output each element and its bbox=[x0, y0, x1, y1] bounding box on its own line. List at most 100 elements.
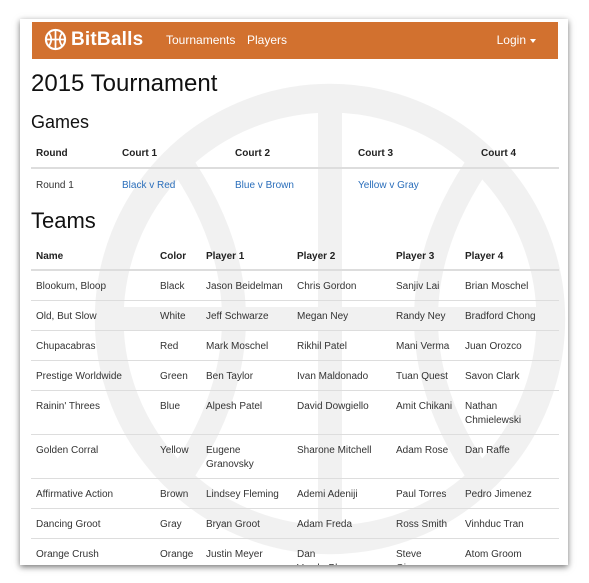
column-header: Player 1 bbox=[201, 243, 292, 271]
player-cell: Steve Gianos bbox=[391, 538, 460, 565]
page-title: 2015 Tournament bbox=[31, 70, 218, 97]
nav-tournaments[interactable]: Tournaments bbox=[166, 33, 235, 47]
player-cell: Vinhduc Tran bbox=[460, 508, 559, 539]
column-header: Player 4 bbox=[460, 243, 559, 271]
column-header: Name bbox=[31, 243, 155, 271]
team-color-cell: Brown bbox=[155, 478, 201, 509]
table-row: Affirmative Action Brown Lindsey Fleming Ad… bbox=[31, 478, 559, 509]
table-row: Round 1 Black v Red Blue v Brown Yellow … bbox=[31, 168, 559, 203]
games-heading: Games bbox=[31, 112, 90, 132]
player-cell: Rikhil Patel bbox=[292, 330, 391, 361]
team-color-cell: Green bbox=[155, 360, 201, 391]
brand-name: BitBalls bbox=[71, 28, 144, 50]
player-cell: Nathan Chmielewski bbox=[460, 390, 559, 435]
player-cell: Ivan Maldonado bbox=[292, 360, 391, 391]
top-navbar: BitBalls Tournaments Players Login bbox=[32, 22, 558, 59]
player-cell: Paul Torres bbox=[391, 478, 460, 509]
team-name-cell: Orange Crush bbox=[31, 538, 155, 565]
games-table: Round Court 1 Court 2 Court 3 Court 4 Ro… bbox=[31, 142, 559, 203]
game-cell: Yellow v Gray bbox=[353, 168, 476, 203]
table-row: Prestige Worldwide Green Ben Taylor Ivan Ma… bbox=[31, 360, 559, 391]
game-cell: Black v Red bbox=[117, 168, 230, 203]
nav-players[interactable]: Players bbox=[247, 33, 287, 47]
team-color-cell: Yellow bbox=[155, 434, 201, 479]
game-link[interactable]: Blue v Brown bbox=[235, 180, 294, 191]
player-cell: Jeff Schwarze bbox=[201, 300, 292, 331]
game-cell: Blue v Brown bbox=[230, 168, 353, 203]
player-cell: Mani Verma bbox=[391, 330, 460, 361]
column-header: Player 3 bbox=[391, 243, 460, 271]
player-cell: Alpesh Patel bbox=[201, 390, 292, 435]
team-color-cell: Red bbox=[155, 330, 201, 361]
player-cell: Tuan Quest bbox=[391, 360, 460, 391]
table-row: Chupacabras Red Mark Moschel Rikhil Patel Ma… bbox=[31, 330, 559, 361]
team-color-cell: Blue bbox=[155, 390, 201, 435]
column-header: Player 2 bbox=[292, 243, 391, 271]
player-cell: Sanjiv Lai bbox=[396, 281, 440, 292]
round-cell: Round 1 bbox=[36, 180, 74, 191]
games-header-row: Round Court 1 Court 2 Court 3 Court 4 bbox=[31, 142, 559, 169]
team-color-cell: Gray bbox=[155, 508, 201, 539]
teams-table: Name Color Player 1 Player 2 Player 3 Pl… bbox=[31, 243, 559, 565]
player-cell: Megan Ney bbox=[292, 300, 391, 331]
player-cell: Justin Meyer bbox=[201, 538, 292, 565]
player-cell: Dan Raffe bbox=[460, 434, 559, 479]
player-cell: Adam Rose bbox=[391, 434, 460, 479]
player-cell: Randy Ney bbox=[391, 300, 460, 331]
team-name-cell: Rainin' Threes bbox=[31, 390, 155, 435]
player-cell: David Dowgiello bbox=[292, 390, 391, 435]
basketball-icon bbox=[44, 28, 67, 51]
team-name-cell: Old, But Slow bbox=[31, 300, 155, 331]
player-cell: Bradford Chong bbox=[460, 300, 559, 331]
team-name-cell: Dancing Groot bbox=[31, 508, 155, 539]
table-row: Blookum, Bloop Black Jason Beidelman Chris … bbox=[31, 270, 559, 301]
player-cell: Eugene Granovsky bbox=[201, 434, 292, 479]
player-cell: Mark Moschel bbox=[201, 330, 292, 361]
player-cell: Pedro Jimenez bbox=[460, 478, 559, 509]
teams-header-row: Name Color Player 1 Player 2 Player 3 Pl… bbox=[31, 243, 559, 271]
player-cell: Juan Orozco bbox=[460, 330, 559, 361]
team-name-cell: Blookum, Bloop bbox=[36, 281, 107, 292]
table-row: Rainin' Threes Blue Alpesh Patel David Dowg… bbox=[31, 390, 559, 435]
login-dropdown[interactable]: Login bbox=[497, 33, 536, 47]
table-row: Golden Corral Yellow Eugene Granovsky Sharo… bbox=[31, 434, 559, 479]
player-cell: Adam Freda bbox=[292, 508, 391, 539]
player-cell: Ademi Adeniji bbox=[292, 478, 391, 509]
player-cell: Dan VanderBloomen bbox=[292, 538, 391, 565]
team-color-cell: Orange bbox=[155, 538, 201, 565]
player-cell: Atom Groom bbox=[460, 538, 559, 565]
team-color-cell: Black bbox=[160, 281, 185, 292]
game-link[interactable]: Black v Red bbox=[122, 180, 175, 191]
column-header: Court 1 bbox=[117, 142, 230, 169]
brand-logo[interactable]: BitBalls bbox=[44, 28, 143, 51]
column-header: Court 3 bbox=[353, 142, 476, 169]
team-name-cell: Prestige Worldwide bbox=[31, 360, 155, 391]
column-header: Round bbox=[31, 142, 117, 169]
team-color-cell: White bbox=[155, 300, 201, 331]
table-row: Orange CrushOrangeJustin MeyerDan Vander… bbox=[31, 538, 559, 565]
game-cell bbox=[476, 168, 559, 203]
login-label: Login bbox=[496, 33, 526, 47]
player-cell: Jason Beidelman bbox=[206, 281, 283, 292]
player-cell: Ross Smith bbox=[391, 508, 460, 539]
game-link[interactable]: Yellow v Gray bbox=[358, 180, 419, 191]
table-row: Old, But Slow White Jeff Schwarze Megan Ney… bbox=[31, 300, 559, 331]
player-cell: Bryan Groot bbox=[201, 508, 292, 539]
player-cell: Sharone Mitchell bbox=[292, 434, 391, 479]
player-cell: Amit Chikani bbox=[391, 390, 460, 435]
column-header: Court 2 bbox=[230, 142, 353, 169]
player-cell: Savon Clark bbox=[460, 360, 559, 391]
caret-down-icon bbox=[530, 38, 536, 43]
app-window: BitBalls Tournaments Players Login 2015 … bbox=[20, 19, 568, 565]
player-cell: Brian Moschel bbox=[465, 281, 529, 292]
player-cell: Chris Gordon bbox=[297, 281, 357, 292]
table-row: Dancing Groot Gray Bryan Groot Adam Freda Ro… bbox=[31, 508, 559, 539]
team-name-cell: Affirmative Action bbox=[31, 478, 155, 509]
player-cell: Lindsey Fleming bbox=[201, 478, 292, 509]
team-name-cell: Chupacabras bbox=[31, 330, 155, 361]
column-header: Color bbox=[155, 243, 201, 271]
teams-heading: Teams bbox=[31, 208, 96, 233]
player-cell: Ben Taylor bbox=[201, 360, 292, 391]
team-name-cell: Golden Corral bbox=[31, 434, 155, 479]
column-header: Court 4 bbox=[476, 142, 559, 169]
